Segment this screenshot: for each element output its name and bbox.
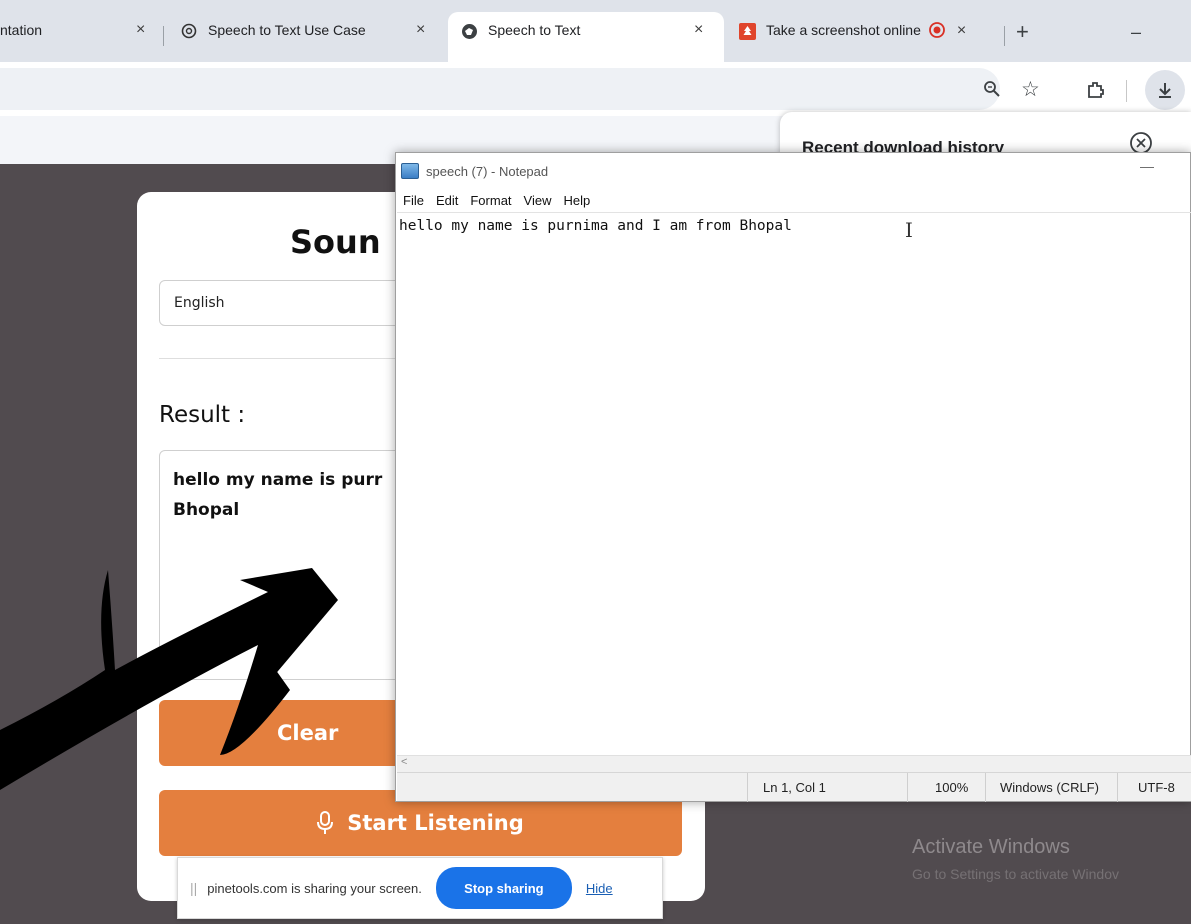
pinetools-icon: [738, 22, 756, 40]
screen-share-bar: || pinetools.com is sharing your screen.…: [177, 857, 663, 919]
stop-sharing-label: Stop sharing: [464, 880, 544, 896]
menu-file[interactable]: File: [403, 193, 424, 208]
page-title: Soun: [290, 223, 381, 261]
openai-icon: [180, 22, 198, 40]
tab-presentation[interactable]: ntation ×: [0, 12, 145, 62]
menu-help[interactable]: Help: [563, 193, 590, 208]
notepad-title: speech (7) - Notepad: [426, 163, 549, 179]
share-message: pinetools.com is sharing your screen.: [207, 880, 422, 896]
menu-edit[interactable]: Edit: [436, 193, 458, 208]
tab-label: Speech to Text Use Case: [208, 22, 366, 38]
status-separator: [747, 773, 748, 802]
tab-label: Speech to Text: [488, 22, 581, 38]
status-encoding: UTF-8: [1138, 780, 1175, 795]
tab-speech-to-text-use-case[interactable]: Speech to Text Use Case ×: [180, 12, 425, 62]
tab-separator: [1004, 26, 1005, 46]
menu-format[interactable]: Format: [470, 193, 511, 208]
annotation-arrow-icon: [0, 568, 338, 790]
drag-handle-icon[interactable]: ||: [190, 880, 197, 896]
globe-icon: [460, 22, 478, 40]
notepad-minimize-button[interactable]: —: [1140, 158, 1154, 174]
start-listening-label: Start Listening: [347, 811, 524, 835]
notepad-titlebar[interactable]: speech (7) - Notepad: [395, 152, 1191, 190]
activation-watermark-subtitle: Go to Settings to activate Windov: [912, 866, 1119, 882]
status-cursor-position: Ln 1, Col 1: [763, 780, 826, 795]
status-separator: [907, 773, 908, 802]
tab-close-icon[interactable]: ×: [136, 21, 145, 39]
status-zoom: 100%: [935, 780, 969, 795]
notepad-menubar: File Edit Format View Help: [403, 193, 590, 208]
status-separator: [985, 773, 986, 802]
notepad-statusbar: Ln 1, Col 1 100% Windows (CRLF) UTF-8: [397, 772, 1191, 802]
zoom-icon[interactable]: [983, 80, 1001, 103]
tab-close-icon[interactable]: ×: [957, 22, 966, 40]
extensions-icon[interactable]: [1086, 80, 1106, 105]
address-bar[interactable]: [0, 68, 1000, 110]
notepad-editor[interactable]: [397, 212, 1191, 756]
text-cursor-icon: I: [905, 218, 913, 242]
status-separator: [1117, 773, 1118, 802]
result-label: Result :: [159, 402, 246, 428]
menu-view[interactable]: View: [524, 193, 552, 208]
stop-sharing-button[interactable]: Stop sharing: [435, 867, 572, 909]
tab-label: Take a screenshot online: [766, 22, 921, 38]
window-minimize-button[interactable]: –: [1131, 22, 1141, 43]
downloads-button[interactable]: [1145, 70, 1185, 110]
recording-icon: [928, 22, 945, 38]
toolbar-separator: [1126, 80, 1127, 102]
hide-link[interactable]: Hide: [586, 881, 613, 896]
download-icon: [1159, 83, 1171, 98]
tab-label: ntation: [0, 22, 43, 38]
tab-speech-to-text[interactable]: Speech to Text ×: [448, 12, 724, 62]
status-line-ending: Windows (CRLF): [1000, 780, 1099, 795]
bookmark-star-icon[interactable]: ☆: [1021, 77, 1040, 102]
tab-close-icon[interactable]: ×: [694, 21, 703, 39]
tab-take-a-screenshot[interactable]: Take a screenshot online ×: [738, 12, 966, 62]
browser-tab-strip: ntation × Speech to Text Use Case × Spee…: [0, 0, 1191, 62]
new-tab-button[interactable]: +: [1016, 19, 1029, 45]
notepad-content: hello my name is purnima and I am from B…: [399, 218, 792, 234]
scroll-left-arrow[interactable]: <: [401, 756, 407, 768]
notepad-icon: [401, 163, 419, 179]
tab-separator: [163, 26, 164, 46]
tab-close-icon[interactable]: ×: [416, 21, 425, 39]
activation-watermark-title: Activate Windows: [912, 836, 1070, 858]
horizontal-scrollbar[interactable]: <: [397, 755, 1191, 772]
